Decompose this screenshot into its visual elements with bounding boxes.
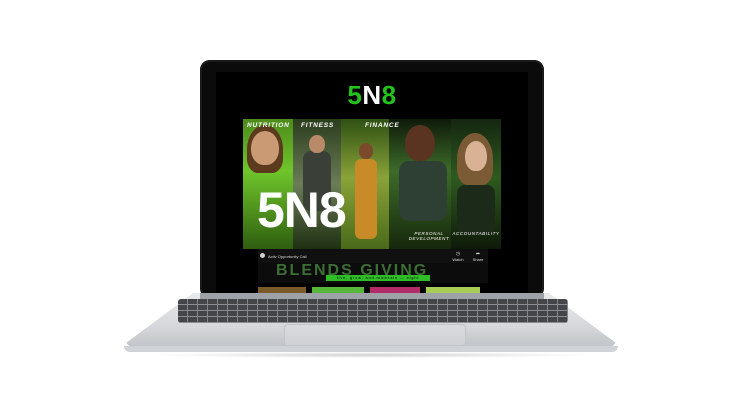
category-nutrition: NUTRITION (247, 122, 290, 129)
share-button[interactable]: ➦ Share (470, 251, 486, 262)
photo-woman-finance (355, 159, 377, 239)
video-embed-header[interactable]: Activ Opportunity Call ◷ Watch later ➦ S… (258, 249, 488, 267)
laptop-lid: 5N8 NUTRITION FITNESS FINANCE PERSONAL D… (200, 60, 544, 298)
hero-collage: NUTRITION FITNESS FINANCE PERSONAL DEVEL… (243, 119, 501, 249)
photo-face (359, 143, 373, 159)
logo-char-5: 5 (347, 80, 363, 110)
category-finance: FINANCE (365, 122, 400, 129)
category-personal-development: PERSONAL DEVELOPMENT (408, 231, 450, 241)
share-label: Share (472, 257, 484, 262)
hero-big-logo: 5N8 (257, 182, 347, 238)
site-logo[interactable]: 5N8 (216, 82, 528, 108)
logo-char-8: 8 (381, 80, 397, 110)
category-accountability: ACCOUNTABILITY (452, 231, 500, 236)
video-banner[interactable]: BLENDS GIVING five, grow, and maintain —… (258, 263, 488, 283)
banner-strip: five, grow, and maintain — eight (326, 275, 430, 281)
photo-body (457, 185, 495, 235)
photo-face (405, 125, 435, 161)
keyboard-rows (178, 299, 568, 323)
category-fitness: FITNESS (301, 122, 335, 129)
photo-face (309, 135, 325, 153)
logo-char-n: N (362, 80, 382, 110)
channel-avatar[interactable] (260, 253, 265, 258)
photo-face (251, 131, 279, 165)
laptop-trackpad (284, 324, 466, 346)
photo-man-phone (399, 161, 447, 221)
laptop-screen: 5N8 NUTRITION FITNESS FINANCE PERSONAL D… (216, 72, 528, 296)
photo-face (465, 141, 487, 171)
laptop-shadow (150, 352, 594, 358)
product-mockup: 5N8 NUTRITION FITNESS FINANCE PERSONAL D… (0, 0, 752, 406)
video-title[interactable]: Activ Opportunity Call (268, 254, 306, 259)
